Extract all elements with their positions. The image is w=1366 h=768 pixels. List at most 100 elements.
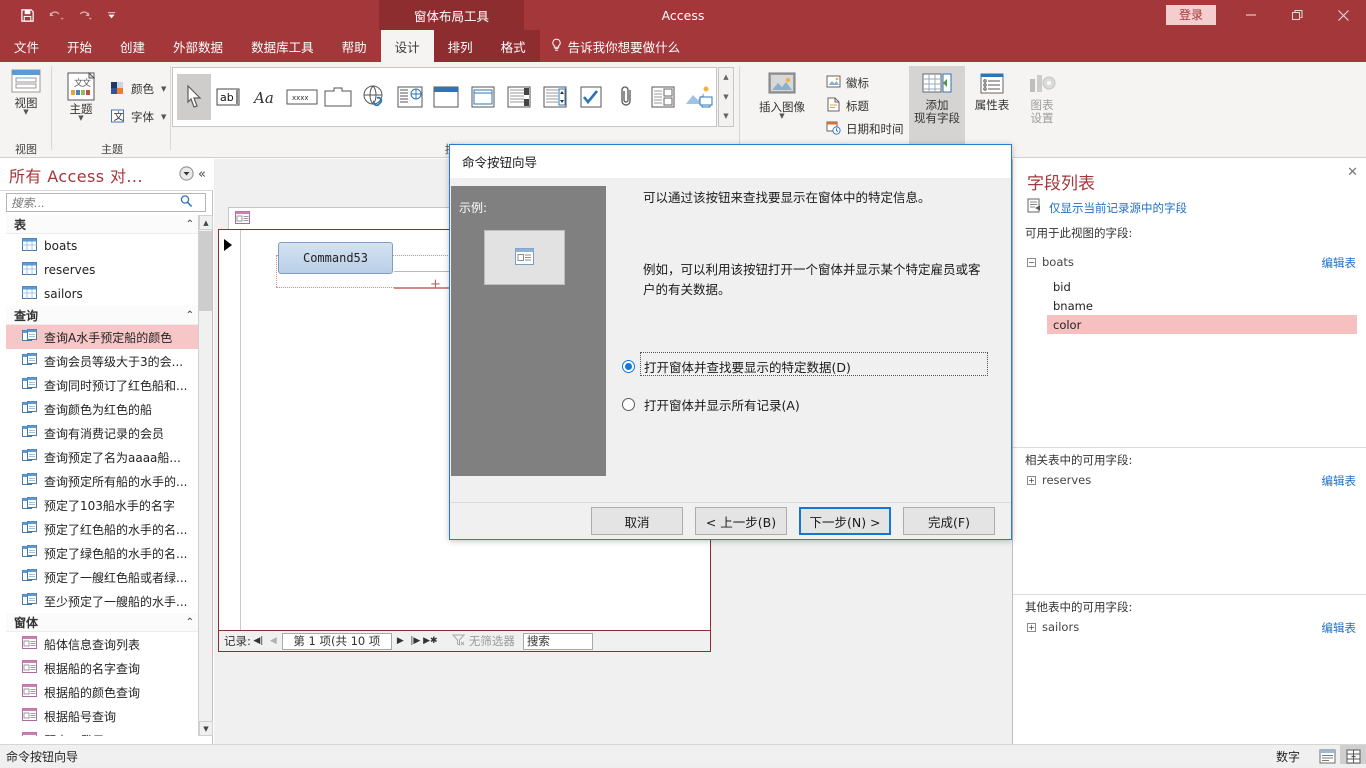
themes-button[interactable]: 文 文 主题 ▼ xyxy=(57,66,105,122)
chevron-down-icon[interactable] xyxy=(98,2,124,28)
save-icon[interactable] xyxy=(14,2,40,28)
field-item-bid[interactable]: bid xyxy=(1047,277,1357,296)
cancel-button[interactable]: 取消 xyxy=(591,507,683,535)
show-only-current-link[interactable]: 仅显示当前记录源中的字段 xyxy=(1049,200,1187,216)
nav-item-query-10[interactable]: 预定了一艘红色船或者绿... xyxy=(6,565,206,589)
collapse-expander-icon[interactable]: − xyxy=(1027,257,1036,267)
command-button-control[interactable]: Command53 xyxy=(278,242,393,274)
nav-item-query-9[interactable]: 预定了绿色船的水手的名... xyxy=(6,541,206,565)
chevron-down-icon[interactable]: ▼ xyxy=(23,109,28,116)
minimize-icon[interactable] xyxy=(1228,0,1274,30)
date-time-button[interactable]: 日期和时间 xyxy=(826,118,904,140)
search-icon[interactable] xyxy=(179,194,193,211)
field-item-color[interactable]: color xyxy=(1047,315,1357,334)
next-button[interactable]: 下一步(N) > xyxy=(799,507,891,535)
radio-button-selected[interactable] xyxy=(622,360,635,373)
field-list-table-sailors[interactable]: + sailors xyxy=(1027,620,1079,634)
nav-item-query-4[interactable]: 查询有消费记录的会员 xyxy=(6,421,206,445)
scrollbar-thumb[interactable] xyxy=(199,231,212,311)
tab-create[interactable]: 创建 xyxy=(106,30,159,62)
form-selector-bar[interactable] xyxy=(219,230,241,650)
field-list-table-boats[interactable]: − boats xyxy=(1027,255,1074,269)
title-button[interactable]: 标题 xyxy=(826,95,869,117)
tab-home[interactable]: 开始 xyxy=(53,30,106,62)
tab-help[interactable]: 帮助 xyxy=(328,30,381,62)
chevron-up-icon[interactable]: ⌃ xyxy=(186,310,194,321)
edit-table-link-sailors[interactable]: 编辑表 xyxy=(1322,620,1357,636)
collapse-pane-icon[interactable]: « xyxy=(198,167,206,182)
add-existing-fields-button[interactable]: 添加 现有字段 xyxy=(909,66,965,144)
nav-item-query-6[interactable]: 查询预定所有船的水手的... xyxy=(6,469,206,493)
tell-me-box[interactable]: 告诉我你想要做什么 xyxy=(540,30,691,62)
new-record-icon[interactable]: ▶✱ xyxy=(423,636,438,646)
search-box[interactable] xyxy=(6,193,206,212)
nav-group-header-tables[interactable]: 表 ⌃ xyxy=(6,215,206,234)
edit-table-link-reserves[interactable]: 编辑表 xyxy=(1322,473,1357,489)
filter-indicator[interactable]: 无筛选器 xyxy=(444,633,523,649)
tab-external-data[interactable]: 外部数据 xyxy=(159,30,237,62)
nav-group-header-forms[interactable]: 窗体 ⌃ xyxy=(6,613,206,632)
chevron-down-icon[interactable]: ▼ xyxy=(161,113,166,121)
field-item-bname[interactable]: bname xyxy=(1047,296,1357,315)
nav-item-query-2[interactable]: 查询同时预订了红色船和... xyxy=(6,373,206,397)
expand-expander-icon[interactable]: + xyxy=(1027,622,1036,632)
undo-icon[interactable] xyxy=(42,2,68,28)
chevron-down-icon[interactable]: ▼ xyxy=(779,113,784,120)
tab-database-tools[interactable]: 数据库工具 xyxy=(237,30,328,62)
chevron-up-icon[interactable]: ⌃ xyxy=(186,219,194,230)
tab-design[interactable]: 设计 xyxy=(380,30,434,62)
nav-item-form-2[interactable]: 根据船的颜色查询 xyxy=(6,680,206,704)
logo-button[interactable]: 徽标 xyxy=(826,72,869,94)
nav-item-form-4[interactable]: 顾客ID登录 xyxy=(6,728,206,736)
close-icon[interactable]: ✕ xyxy=(1347,165,1358,180)
navigation-object-list[interactable]: 表 ⌃ boats reserves sailors 查询 ⌃ 查询A水手预定船… xyxy=(6,215,206,736)
sign-in-button[interactable]: 登录 xyxy=(1165,5,1216,25)
record-search-box[interactable]: 搜索 xyxy=(522,632,593,650)
property-sheet-button[interactable]: 属性表 xyxy=(967,66,1017,112)
scroll-down-icon[interactable]: ▼ xyxy=(199,721,213,736)
insert-image-button[interactable]: 插入图像 ▼ xyxy=(746,66,818,120)
nav-item-reserves[interactable]: reserves xyxy=(6,258,206,282)
close-icon[interactable] xyxy=(1320,0,1366,30)
nav-item-form-3[interactable]: 根据船号查询 xyxy=(6,704,206,728)
redo-icon[interactable] xyxy=(70,2,96,28)
restore-icon[interactable] xyxy=(1274,0,1320,30)
last-record-icon[interactable]: |▶ xyxy=(408,636,423,646)
tab-format[interactable]: 格式 xyxy=(486,30,540,62)
nav-item-query-11[interactable]: 至少预定了一艘船的水手... xyxy=(6,589,206,613)
colors-button[interactable]: 颜色 ▼ xyxy=(110,78,166,100)
scroll-up-icon[interactable]: ▲ xyxy=(199,215,213,230)
nav-group-header-queries[interactable]: 查询 ⌃ xyxy=(6,306,206,325)
chevron-down-icon[interactable]: ▼ xyxy=(161,85,166,93)
tab-file[interactable]: 文件 xyxy=(0,30,53,62)
nav-item-query-5[interactable]: 查询预定了名为aaaa船... xyxy=(6,445,206,469)
fonts-button[interactable]: 文 字体 ▼ xyxy=(110,106,166,128)
expand-expander-icon[interactable]: + xyxy=(1027,475,1036,485)
option-open-form-find-data[interactable]: 打开窗体并查找要显示的特定数据(D) xyxy=(622,357,851,376)
tab-arrange[interactable]: 排列 xyxy=(433,30,487,62)
nav-item-boats[interactable]: boats xyxy=(6,234,206,258)
finish-button[interactable]: 完成(F) xyxy=(903,507,995,535)
nav-item-sailors[interactable]: sailors xyxy=(6,282,206,306)
layout-move-handle-icon[interactable]: + xyxy=(430,278,441,291)
first-record-icon[interactable]: ◀| xyxy=(251,636,266,646)
chevron-down-icon[interactable]: ▼ xyxy=(78,115,83,122)
nav-item-query-3[interactable]: 查询颜色为红色的船 xyxy=(6,397,206,421)
nav-item-query-0[interactable]: 查询A水手预定船的颜色 xyxy=(6,325,206,349)
nav-item-form-1[interactable]: 根据船的名字查询 xyxy=(6,656,206,680)
view-button[interactable]: 视图 ▼ xyxy=(0,62,52,116)
back-button[interactable]: < 上一步(B) xyxy=(695,507,787,535)
next-record-icon[interactable]: ▶ xyxy=(393,636,408,646)
nav-item-query-8[interactable]: 预定了红色船的水手的名... xyxy=(6,517,206,541)
edit-table-link-boats[interactable]: 编辑表 xyxy=(1322,255,1357,271)
show-only-current-row[interactable]: 仅显示当前记录源中的字段 xyxy=(1027,198,1187,217)
search-input[interactable] xyxy=(7,194,179,211)
field-list-table-reserves[interactable]: + reserves xyxy=(1027,473,1091,487)
navigation-pane-dropdown-icon[interactable] xyxy=(179,165,194,184)
radio-button-unselected[interactable] xyxy=(622,398,635,411)
chevron-up-icon[interactable]: ⌃ xyxy=(186,617,194,628)
record-position-box[interactable]: 第 1 项(共 10 项 xyxy=(281,632,392,650)
option-open-form-all-records[interactable]: 打开窗体并显示所有记录(A) xyxy=(622,395,800,414)
nav-item-query-1[interactable]: 查询会员等级大于3的会... xyxy=(6,349,206,373)
nav-item-query-7[interactable]: 预定了103船水手的名字 xyxy=(6,493,206,517)
